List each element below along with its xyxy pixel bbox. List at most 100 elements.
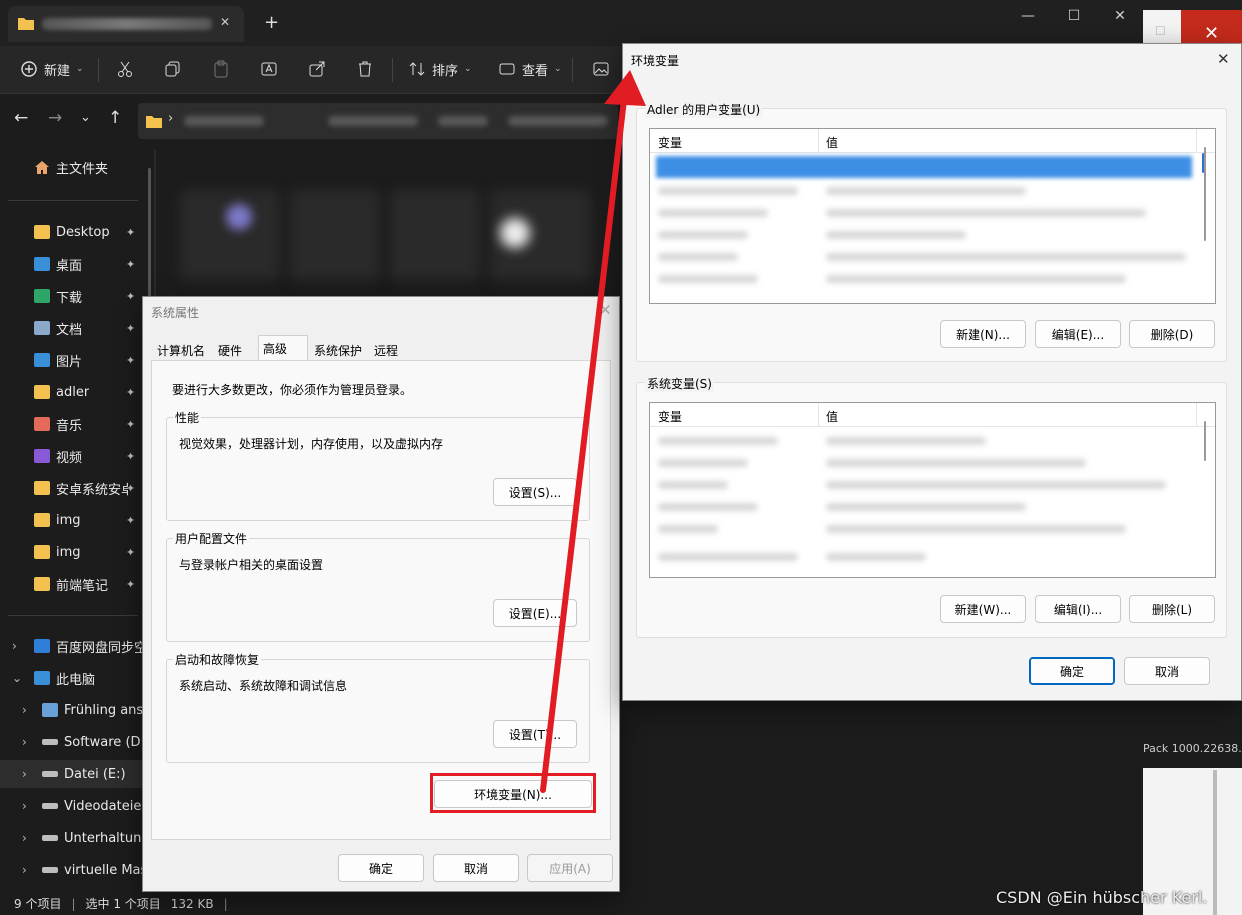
sidebar-item-tree[interactable]: › 百度网盘同步空	[0, 632, 145, 660]
sidebar-item-pinned[interactable]: 文档 ✦	[0, 314, 145, 342]
table-row[interactable]	[658, 275, 758, 283]
table-row[interactable]	[658, 231, 748, 239]
recent-locations-icon[interactable]: ⌄	[80, 110, 91, 125]
list-scrollbar[interactable]	[1204, 421, 1206, 461]
list-scrollbar[interactable]	[1204, 147, 1206, 241]
explorer-tab[interactable]: ✕	[8, 6, 244, 42]
table-row[interactable]	[658, 503, 758, 511]
close-icon[interactable]: ✕	[599, 301, 612, 319]
pin-icon[interactable]: ✦	[126, 290, 135, 303]
sidebar-item-pinned[interactable]: img ✦	[0, 538, 145, 566]
details-button[interactable]	[592, 58, 610, 80]
user-delete-button[interactable]: 删除(D)	[1129, 320, 1215, 348]
chevron-right-icon[interactable]: ›	[22, 703, 27, 717]
cancel-button[interactable]: 取消	[433, 854, 519, 882]
sidebar-item-pinned[interactable]: adler ✦	[0, 378, 145, 406]
maximize-button[interactable]: ☐	[1059, 8, 1089, 24]
table-row[interactable]	[658, 253, 738, 261]
performance-settings-button[interactable]: 设置(S)...	[493, 478, 577, 506]
user-profiles-settings-button[interactable]: 设置(E)...	[493, 599, 577, 627]
tab-remote[interactable]: 远程	[370, 339, 402, 361]
sidebar-item-pinned[interactable]: 视频 ✦	[0, 442, 145, 470]
tab-computer-name[interactable]: 计算机名	[153, 339, 209, 361]
system-edit-button[interactable]: 编辑(I)...	[1035, 595, 1121, 623]
chevron-right-icon[interactable]: ›	[22, 863, 27, 877]
close-icon[interactable]: ✕	[1217, 50, 1230, 68]
pin-icon[interactable]: ✦	[126, 354, 135, 367]
cut-button[interactable]	[116, 58, 134, 80]
system-delete-button[interactable]: 删除(L)	[1129, 595, 1215, 623]
table-row[interactable]	[658, 437, 778, 445]
sidebar-item-tree[interactable]: › Videodateien	[0, 792, 145, 820]
sidebar-item-pinned[interactable]: 安卓系统安卓 ✦	[0, 474, 145, 502]
pin-icon[interactable]: ✦	[126, 386, 135, 399]
sidebar-item-tree[interactable]: › Software (D:)	[0, 728, 145, 756]
cancel-button[interactable]: 取消	[1124, 657, 1210, 685]
file-thumbnail[interactable]	[390, 190, 480, 280]
table-row[interactable]	[658, 553, 798, 561]
pin-icon[interactable]: ✦	[126, 514, 135, 527]
pin-icon[interactable]: ✦	[126, 450, 135, 463]
delete-button[interactable]	[356, 58, 374, 80]
user-edit-button[interactable]: 编辑(E)...	[1035, 320, 1121, 348]
chevron-right-icon[interactable]: ›	[22, 831, 27, 845]
ok-button[interactable]: 确定	[1029, 657, 1115, 685]
sort-button[interactable]: 排序 ⌄	[408, 58, 472, 80]
user-variables-list[interactable]: 变量 值	[649, 128, 1216, 304]
up-arrow-icon[interactable]: ↑	[108, 108, 122, 128]
chevron-down-icon[interactable]: ⌄	[12, 671, 22, 685]
sidebar-item-pinned[interactable]: 桌面 ✦	[0, 250, 145, 278]
file-thumbnail[interactable]	[290, 190, 380, 280]
rename-button[interactable]	[260, 58, 278, 80]
tab-advanced[interactable]: 高级	[258, 335, 308, 361]
pin-icon[interactable]: ✦	[126, 258, 135, 271]
column-header-value[interactable]: 值	[826, 134, 838, 151]
address-bar[interactable]: ›	[138, 103, 618, 139]
selected-variable-row[interactable]	[656, 156, 1192, 178]
sidebar-item-pinned[interactable]: 图片 ✦	[0, 346, 145, 374]
tab-close-icon[interactable]: ✕	[220, 15, 230, 29]
chevron-right-icon[interactable]: ›	[22, 735, 27, 749]
table-row[interactable]	[658, 481, 728, 489]
column-header-value[interactable]: 值	[826, 408, 838, 425]
chevron-right-icon[interactable]: ›	[12, 639, 17, 653]
chevron-right-icon[interactable]: ›	[22, 799, 27, 813]
minimize-button[interactable]: —	[1013, 8, 1043, 24]
paste-button[interactable]	[212, 58, 230, 80]
copy-button[interactable]	[164, 58, 182, 80]
system-variables-list[interactable]: 变量 值	[649, 402, 1216, 578]
sidebar-item-tree[interactable]: › virtuelle Masc	[0, 856, 145, 884]
sidebar-item-tree[interactable]: › Unterhaltung	[0, 824, 145, 852]
sidebar-item-tree[interactable]: ⌄ 此电脑	[0, 664, 145, 692]
sidebar-item-pinned[interactable]: 前端笔记 ✦	[0, 570, 145, 598]
startup-settings-button[interactable]: 设置(T)...	[493, 720, 577, 748]
column-header-variable[interactable]: 变量	[658, 408, 682, 425]
sidebar-item-pinned[interactable]: img ✦	[0, 506, 145, 534]
pin-icon[interactable]: ✦	[126, 578, 135, 591]
file-thumbnail[interactable]	[180, 190, 280, 280]
view-button[interactable]: 查看 ⌄	[498, 58, 562, 80]
sidebar-item-tree[interactable]: › Datei (E:)	[0, 760, 145, 788]
pin-icon[interactable]: ✦	[126, 226, 135, 239]
table-row[interactable]	[658, 459, 748, 467]
pin-icon[interactable]: ✦	[126, 418, 135, 431]
pin-icon[interactable]: ✦	[126, 482, 135, 495]
pin-icon[interactable]: ✦	[126, 546, 135, 559]
sidebar-item-home[interactable]: 主文件夹	[0, 153, 145, 181]
forward-arrow-icon[interactable]: →	[48, 108, 62, 128]
sidebar-item-pinned[interactable]: 下载 ✦	[0, 282, 145, 310]
tab-system-protection[interactable]: 系统保护	[310, 339, 366, 361]
apply-button[interactable]: 应用(A)	[527, 854, 613, 882]
table-row[interactable]	[658, 187, 798, 195]
sidebar-item-pinned[interactable]: Desktop ✦	[0, 218, 145, 246]
new-button[interactable]: 新建 ⌄	[20, 58, 84, 80]
user-new-button[interactable]: 新建(N)...	[940, 320, 1026, 348]
sidebar-item-tree[interactable]: › Frühling anse	[0, 696, 145, 724]
table-row[interactable]	[658, 525, 718, 533]
sidebar-item-pinned[interactable]: 音乐 ✦	[0, 410, 145, 438]
column-header-variable[interactable]: 变量	[658, 134, 682, 151]
share-button[interactable]	[308, 58, 326, 80]
pin-icon[interactable]: ✦	[126, 322, 135, 335]
new-tab-button[interactable]: +	[264, 12, 279, 33]
background-maximize-icon[interactable]: ☐	[1155, 24, 1166, 38]
